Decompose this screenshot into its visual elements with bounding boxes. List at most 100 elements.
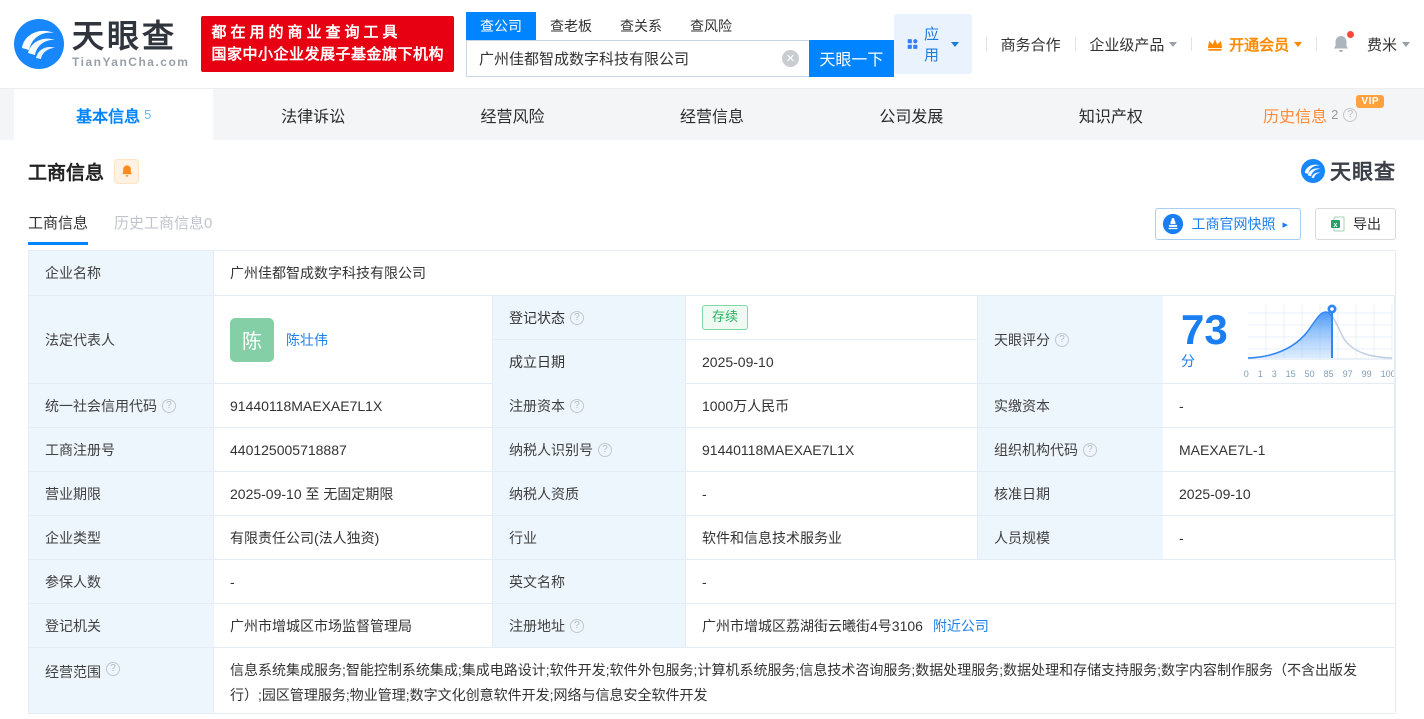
reg-capital-label: 注册资本? xyxy=(493,384,686,428)
divider xyxy=(1074,37,1076,51)
help-icon[interactable]: ? xyxy=(570,618,584,633)
reg-address-label: 注册地址? xyxy=(493,604,686,648)
english-name-label: 英文名称 xyxy=(493,560,686,604)
open-vip-button[interactable]: 开通会员 xyxy=(1206,34,1303,55)
search-tab-risk[interactable]: 查风险 xyxy=(676,12,746,40)
tab-count: 5 xyxy=(144,107,152,122)
insured-count-value: - xyxy=(214,560,493,604)
chevron-down-icon xyxy=(1169,41,1178,47)
help-icon[interactable]: ? xyxy=(106,662,120,676)
slogan-line2: 国家中小企业发展子基金旗下机构 xyxy=(211,46,444,63)
tab-basic-info[interactable]: 基本信息 5 xyxy=(14,89,214,140)
help-icon[interactable]: ? xyxy=(598,442,612,457)
company-type-label: 企业类型 xyxy=(29,516,214,560)
apps-grid-icon xyxy=(907,39,918,49)
bell-curve-chart xyxy=(1247,304,1393,359)
tab-operation-info[interactable]: 经营信息 xyxy=(612,89,811,140)
reg-address-value: 广州市增城区荔湖街云曦街4号3106 附近公司 xyxy=(686,604,1395,648)
taxpayer-quality-label: 纳税人资质 xyxy=(493,472,686,516)
reg-number-label: 工商注册号 xyxy=(29,428,214,472)
chevron-down-icon xyxy=(950,41,959,47)
clear-search-icon[interactable]: ✕ xyxy=(781,49,799,67)
legal-rep-avatar[interactable]: 陈 xyxy=(230,317,274,362)
company-name-value: 广州佳都智成数字科技有限公司 xyxy=(214,251,1395,296)
subtab-business-info[interactable]: 工商信息 xyxy=(28,212,89,245)
help-icon[interactable]: ? xyxy=(1343,107,1358,122)
user-menu[interactable]: 费米 xyxy=(1367,34,1410,55)
slogan-line1: 都在用的商业查询工具 xyxy=(211,24,402,42)
company-nav-bar: 基本信息 5 法律诉讼 经营风险 经营信息 公司发展 知识产权 VIP 历史信息… xyxy=(0,88,1424,140)
reg-capital-value: 1000万人民币 xyxy=(686,384,978,428)
header-nav: 应用 商务合作 企业级产品 开通会员 费米 xyxy=(893,14,1410,74)
taxpayer-id-label: 纳税人识别号? xyxy=(493,428,686,472)
business-cooperation-link[interactable]: 商务合作 xyxy=(1001,34,1061,55)
search-module: 查公司 查老板 查关系 查风险 ✕ 天眼一下 xyxy=(466,11,894,77)
search-tab-boss[interactable]: 查老板 xyxy=(536,12,606,40)
stamp-icon xyxy=(1163,213,1184,235)
export-button[interactable]: x 导出 xyxy=(1315,208,1396,240)
business-scope-value: 信息系统集成服务;智能控制系统集成;集成电路设计;软件开发;软件外包服务;计算机… xyxy=(214,648,1395,714)
approval-date-label: 核准日期 xyxy=(978,472,1163,516)
tab-count: 2 xyxy=(1331,107,1339,122)
insured-count-label: 参保人数 xyxy=(29,560,214,604)
subtab-history-business-info[interactable]: 历史工商信息0 xyxy=(114,212,212,245)
tab-intellectual-property[interactable]: 知识产权 xyxy=(1011,89,1210,140)
score-number: 73 xyxy=(1181,305,1228,353)
english-name-value: - xyxy=(686,560,1395,604)
status-date-subgrid: 登记状态? 存续 成立日期 2025-09-10 xyxy=(493,296,978,384)
notifications-button[interactable] xyxy=(1331,31,1354,54)
bell-icon xyxy=(121,165,132,177)
top-header: 天眼查 TianYanCha.com 都在用的商业查询工具 国家中小企业发展子基… xyxy=(0,0,1424,88)
company-type-value: 有限责任公司(法人独资) xyxy=(214,516,493,560)
legal-rep-value: 陈 陈壮伟 xyxy=(214,296,493,384)
industry-value: 软件和信息技术服务业 xyxy=(686,516,978,560)
tianyancha-logo[interactable]: 天眼查 TianYanCha.com xyxy=(14,19,189,69)
crown-icon xyxy=(1207,38,1223,51)
excel-icon: x xyxy=(1331,216,1345,232)
credit-code-value: 91440118MAEXAE7L1X xyxy=(214,384,493,428)
tab-history-info[interactable]: VIP 历史信息 2 ? xyxy=(1211,89,1410,140)
help-icon[interactable]: ? xyxy=(570,310,584,325)
paid-capital-label: 实缴资本 xyxy=(978,384,1163,428)
help-icon[interactable]: ? xyxy=(162,398,176,413)
apps-menu-button[interactable]: 应用 xyxy=(893,14,972,74)
org-code-value: MAEXAE7L-1 xyxy=(1163,428,1395,472)
arrow-right-icon: ▸ xyxy=(1282,218,1288,231)
reg-authority-label: 登记机关 xyxy=(29,604,214,648)
reg-number-value: 440125005718887 xyxy=(214,428,493,472)
taxpayer-quality-value: - xyxy=(686,472,978,516)
approval-date-value: 2025-09-10 xyxy=(1163,472,1395,516)
monitor-bell-button[interactable] xyxy=(114,158,140,184)
business-term-value: 2025-09-10 至 无固定期限 xyxy=(214,472,493,516)
tab-company-development[interactable]: 公司发展 xyxy=(812,89,1011,140)
chevron-down-icon xyxy=(1401,41,1410,47)
search-tab-relation[interactable]: 查关系 xyxy=(606,12,676,40)
tab-legal-proceedings[interactable]: 法律诉讼 xyxy=(213,89,412,140)
tianyancha-swirl-icon xyxy=(1301,159,1325,183)
legal-rep-link[interactable]: 陈壮伟 xyxy=(286,330,328,350)
search-input[interactable] xyxy=(466,39,809,77)
reg-status-label: 登记状态? xyxy=(493,296,686,340)
help-icon[interactable]: ? xyxy=(1055,332,1069,347)
score-value[interactable]: 73分 0 1 3 15 50 85 97 99 100 xyxy=(1163,296,1395,384)
divider xyxy=(1316,37,1317,51)
divider xyxy=(1191,37,1193,51)
help-icon[interactable]: ? xyxy=(570,398,584,413)
search-button[interactable]: 天眼一下 xyxy=(808,39,894,77)
chart-axis-ticks: 01 3 15 50 85 97 99 100 xyxy=(1243,368,1395,379)
paid-capital-value: - xyxy=(1163,384,1395,428)
chevron-down-icon xyxy=(1294,41,1303,47)
company-name-label: 企业名称 xyxy=(29,251,214,296)
svg-text:x: x xyxy=(1334,222,1338,229)
official-snapshot-button[interactable]: 工商官网快照 ▸ xyxy=(1155,208,1301,240)
nearby-companies-link[interactable]: 附近公司 xyxy=(933,616,989,636)
reg-status-value: 存续 xyxy=(686,296,977,340)
logo-text: 天眼查 xyxy=(72,18,178,54)
logo-domain: TianYanCha.com xyxy=(72,55,190,69)
search-tab-company[interactable]: 查公司 xyxy=(466,11,536,40)
enterprise-products-menu[interactable]: 企业级产品 xyxy=(1089,34,1178,55)
business-info-table: 企业名称 广州佳都智成数字科技有限公司 法定代表人 陈 陈壮伟 登记状态? 存续… xyxy=(28,250,1396,714)
help-icon[interactable]: ? xyxy=(1083,442,1097,457)
vip-badge: VIP xyxy=(1356,95,1385,108)
tab-operation-risk[interactable]: 经营风险 xyxy=(413,89,612,140)
